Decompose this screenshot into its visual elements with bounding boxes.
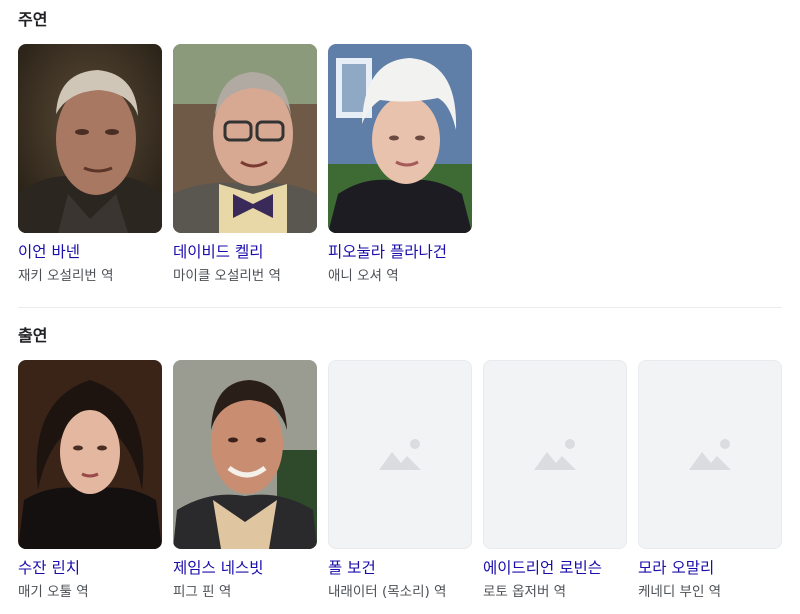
cast-card[interactable]: 에이드리언 로빈슨 로토 옵저버 역	[483, 360, 627, 601]
cast-card[interactable]: 수잔 린치 매기 오툴 역	[18, 360, 162, 601]
character-role: 애니 오셔 역	[328, 268, 399, 284]
image-placeholder-icon	[379, 438, 421, 470]
actor-photo[interactable]	[173, 44, 317, 233]
actor-photo[interactable]	[328, 44, 472, 233]
starring-cast-row: 이언 바넨 재키 오설리번 역 데이비드 켈리 마이클 오설리번 역 피오눌라 …	[18, 44, 472, 285]
actor-name-link[interactable]: 모라 오말리	[638, 557, 782, 579]
image-placeholder-icon	[689, 438, 731, 470]
character-role: 로토 옵저버 역	[483, 584, 567, 600]
actor-photo-placeholder[interactable]	[483, 360, 627, 549]
cast-card[interactable]: 폴 보건 내래이터 (목소리) 역	[328, 360, 472, 601]
actor-name-link[interactable]: 피오눌라 플라나건	[328, 241, 472, 263]
image-placeholder-icon	[534, 438, 576, 470]
actor-name-link[interactable]: 폴 보건	[328, 557, 472, 579]
character-role: 케네디 부인 역	[638, 584, 722, 600]
character-role: 피그 핀 역	[173, 584, 232, 600]
section-divider	[18, 307, 782, 308]
character-role: 매기 오툴 역	[18, 584, 89, 600]
supporting-cast-row: 수잔 린치 매기 오툴 역 제임스 네스빗 피그 핀 역 폴 보건 내래이터 (…	[18, 360, 782, 601]
cast-card[interactable]: 데이비드 켈리 마이클 오설리번 역	[173, 44, 317, 285]
cast-card[interactable]: 제임스 네스빗 피그 핀 역	[173, 360, 317, 601]
section-title-starring: 주연	[18, 10, 48, 29]
actor-photo-placeholder[interactable]	[638, 360, 782, 549]
cast-card[interactable]: 피오눌라 플라나건 애니 오셔 역	[328, 44, 472, 285]
actor-photo[interactable]	[18, 44, 162, 233]
actor-name-link[interactable]: 데이비드 켈리	[173, 241, 317, 263]
actor-name-link[interactable]: 수잔 린치	[18, 557, 162, 579]
actor-photo[interactable]	[173, 360, 317, 549]
character-role: 마이클 오설리번 역	[173, 268, 281, 284]
actor-name-link[interactable]: 제임스 네스빗	[173, 557, 317, 579]
cast-card[interactable]: 모라 오말리 케네디 부인 역	[638, 360, 782, 601]
actor-name-link[interactable]: 에이드리언 로빈슨	[483, 557, 627, 579]
actor-name-link[interactable]: 이언 바넨	[18, 241, 162, 263]
actor-photo[interactable]	[18, 360, 162, 549]
character-role: 재키 오설리번 역	[18, 268, 114, 284]
section-title-cast: 출연	[18, 326, 48, 345]
actor-photo-placeholder[interactable]	[328, 360, 472, 549]
character-role: 내래이터 (목소리) 역	[328, 584, 447, 600]
cast-card[interactable]: 이언 바넨 재키 오설리번 역	[18, 44, 162, 285]
